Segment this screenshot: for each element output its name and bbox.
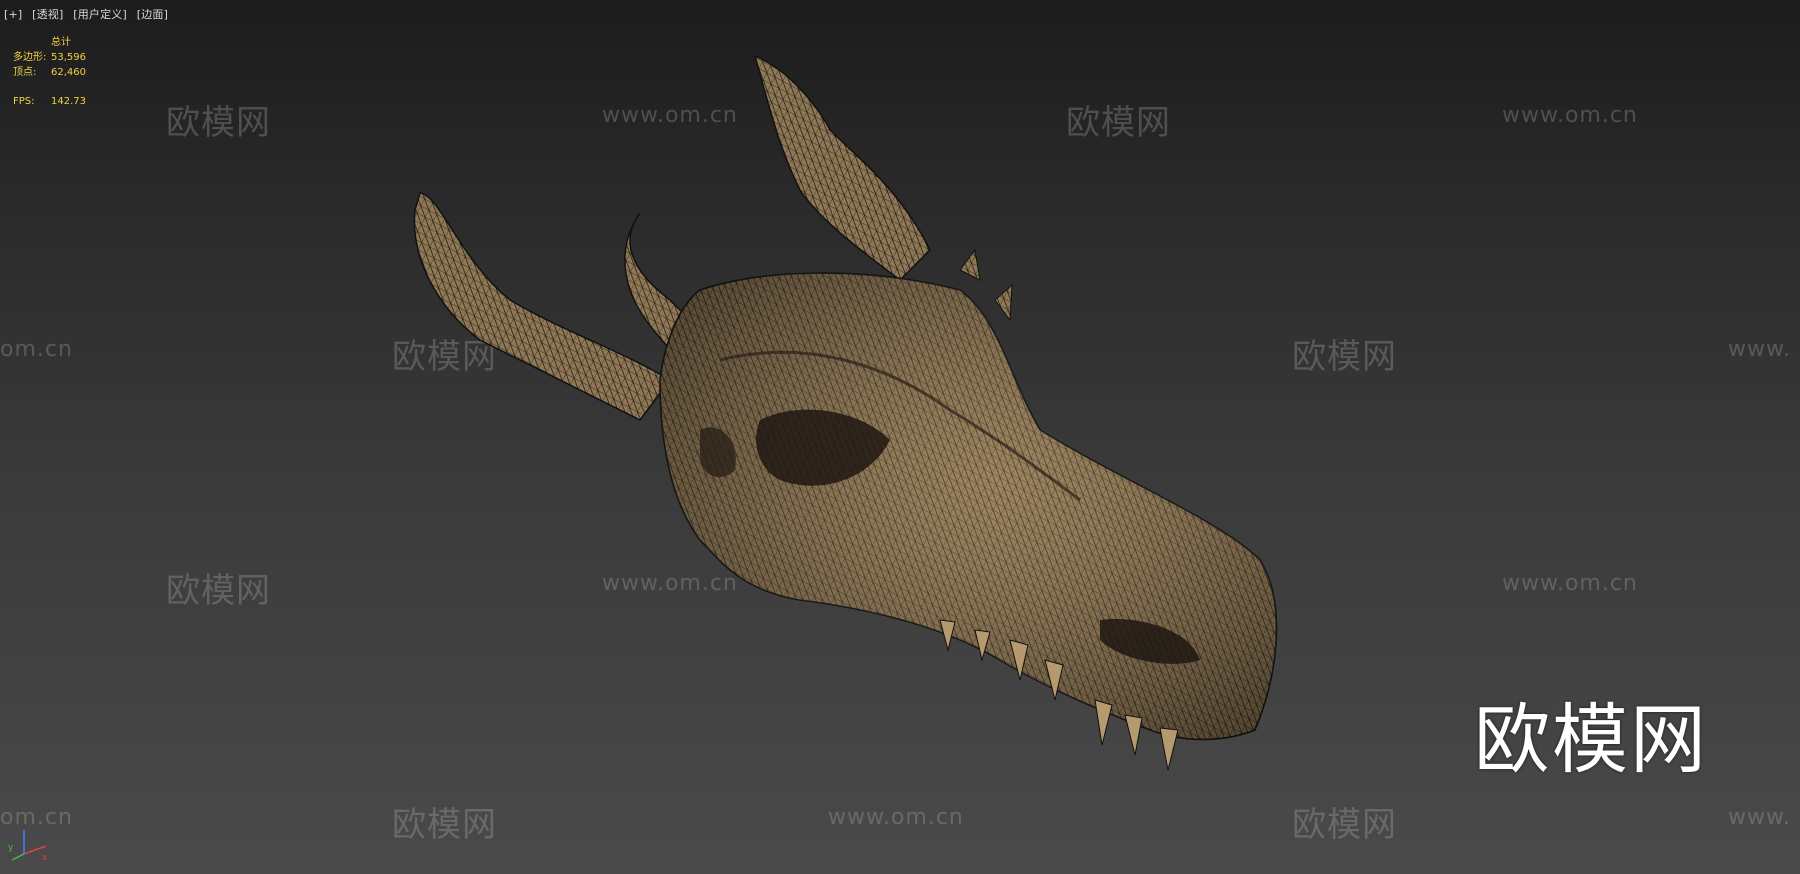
axis-gizmo-icon: y x bbox=[8, 830, 48, 862]
skull-shape bbox=[413, 54, 1278, 771]
watermark-logo-large: 欧模网 bbox=[1474, 695, 1708, 784]
viewport-menu-edged-faces[interactable]: [边面] bbox=[137, 8, 168, 21]
svg-text:y: y bbox=[8, 843, 14, 853]
3d-viewport[interactable]: 欧模网 www.om.cn 欧模网 www.om.cn om.cn 欧模网 欧模… bbox=[0, 0, 1800, 874]
stats-verts-label: 顶点: bbox=[13, 67, 37, 78]
stats-header: 总计 bbox=[51, 37, 71, 48]
viewport-menu-user-defined[interactable]: [用户定义] bbox=[73, 8, 127, 21]
viewport-label-bar: [+] [透视] [用户定义] [边面] bbox=[4, 6, 174, 22]
statistics-overlay: 总计 多边形: 53,596 顶点: 62,460 FPS: 142.73 bbox=[13, 35, 86, 109]
stats-fps-value: 142.73 bbox=[51, 96, 86, 107]
stats-fps-label: FPS: bbox=[13, 96, 35, 107]
stats-verts-row: 顶点: 62,460 bbox=[13, 65, 86, 80]
stats-polys-row: 多边形: 53,596 bbox=[13, 50, 86, 65]
stats-fps-row: FPS: 142.73 bbox=[13, 94, 86, 109]
stats-polys-value: 53,596 bbox=[51, 52, 86, 63]
svg-text:x: x bbox=[42, 853, 48, 862]
stats-polys-label: 多边形: bbox=[13, 52, 47, 63]
stats-verts-value: 62,460 bbox=[51, 67, 86, 78]
viewport-menu-plus[interactable]: [+] bbox=[4, 8, 22, 21]
viewport-menu-perspective[interactable]: [透视] bbox=[32, 8, 63, 21]
